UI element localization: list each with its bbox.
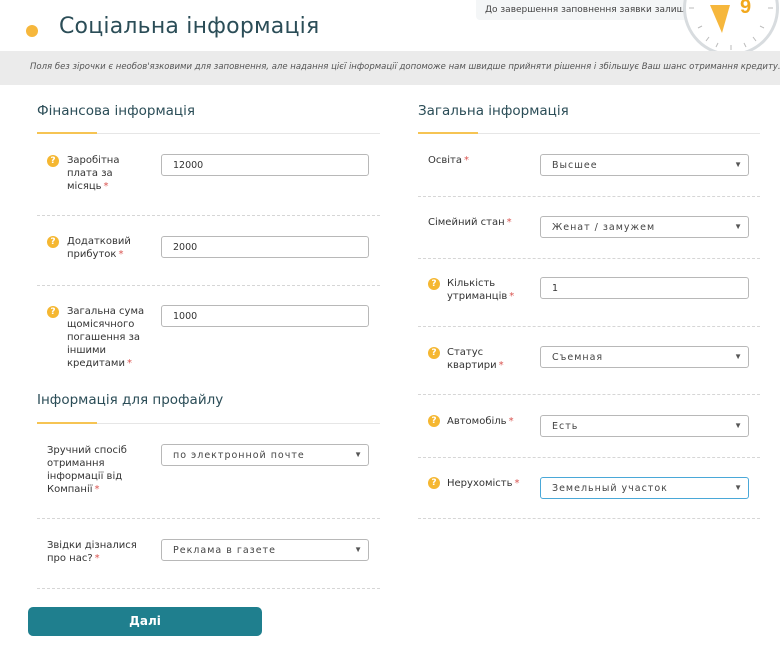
financial-section-accent (37, 132, 97, 134)
marital-status-select[interactable]: Женат / замужем ▼ (540, 216, 749, 238)
dependents-help-icon[interactable]: ? (428, 278, 440, 290)
education-label: Освіта * (428, 155, 469, 166)
other-loans-label: Загальна сума щомісячного погашення за і… (67, 306, 145, 369)
divider (418, 457, 760, 458)
page-title: Соціальна інформація (59, 14, 320, 39)
salary-label: Заробітна плата за місяць * (67, 155, 120, 192)
real-estate-select[interactable]: Земельный участок ▼ (540, 477, 749, 499)
education-select[interactable]: Высшее ▼ (540, 154, 749, 176)
timer-number: 9 (740, 0, 752, 18)
chevron-down-icon: ▼ (734, 352, 742, 361)
clock-icon (683, 0, 779, 56)
divider (37, 285, 380, 286)
other-loans-input[interactable]: 1000 (161, 305, 369, 327)
general-section-accent (418, 132, 478, 134)
next-button[interactable]: Далі (28, 607, 262, 636)
profile-section-accent (37, 422, 97, 424)
source-select[interactable]: Реклама в газете ▼ (161, 539, 369, 561)
car-help-icon[interactable]: ? (428, 415, 440, 427)
general-section-title: Загальна інформація (418, 103, 569, 119)
additional-income-input[interactable]: 2000 (161, 236, 369, 258)
car-label: Автомобіль * (447, 416, 514, 427)
contact-method-label: Зручний спосіб отримання інформації від … (47, 445, 127, 495)
salary-help-icon[interactable]: ? (47, 155, 59, 167)
divider (418, 518, 760, 519)
other-loans-help-icon[interactable]: ? (47, 306, 59, 318)
apartment-status-label: Статус квартири * (447, 347, 504, 371)
contact-method-select[interactable]: по электронной почте ▼ (161, 444, 369, 466)
financial-section-title: Фінансова інформація (37, 103, 195, 119)
divider (418, 394, 760, 395)
chevron-down-icon: ▼ (734, 483, 742, 492)
divider (37, 215, 380, 216)
timer-text: До завершення заповнення заявки залишило (485, 5, 702, 15)
divider (418, 326, 760, 327)
additional-income-help-icon[interactable]: ? (47, 236, 59, 248)
real-estate-help-icon[interactable]: ? (428, 477, 440, 489)
source-label: Звідки дізналися про нас? * (47, 540, 137, 564)
salary-input[interactable]: 12000 (161, 154, 369, 176)
additional-income-label: Додатковий прибуток * (67, 236, 131, 260)
chevron-down-icon: ▼ (734, 160, 742, 169)
profile-section-title: Інформація для профайлу (37, 392, 224, 408)
chevron-down-icon: ▼ (354, 450, 362, 459)
divider (418, 258, 760, 259)
chevron-down-icon: ▼ (354, 545, 362, 554)
dependents-label: Кількість утриманців * (447, 278, 515, 302)
apartment-status-select[interactable]: Съемная ▼ (540, 346, 749, 368)
divider (37, 518, 380, 519)
info-banner-text: Поля без зірочки є необов'язковими для з… (30, 62, 780, 72)
title-bullet (26, 25, 38, 37)
apartment-status-help-icon[interactable]: ? (428, 347, 440, 359)
chevron-down-icon: ▼ (734, 421, 742, 430)
divider (418, 196, 760, 197)
real-estate-label: Нерухомість * (447, 478, 520, 489)
car-select[interactable]: Есть ▼ (540, 415, 749, 437)
dependents-input[interactable]: 1 (540, 277, 749, 299)
divider (37, 588, 380, 589)
chevron-down-icon: ▼ (734, 222, 742, 231)
marital-status-label: Сімейний стан * (428, 217, 512, 228)
